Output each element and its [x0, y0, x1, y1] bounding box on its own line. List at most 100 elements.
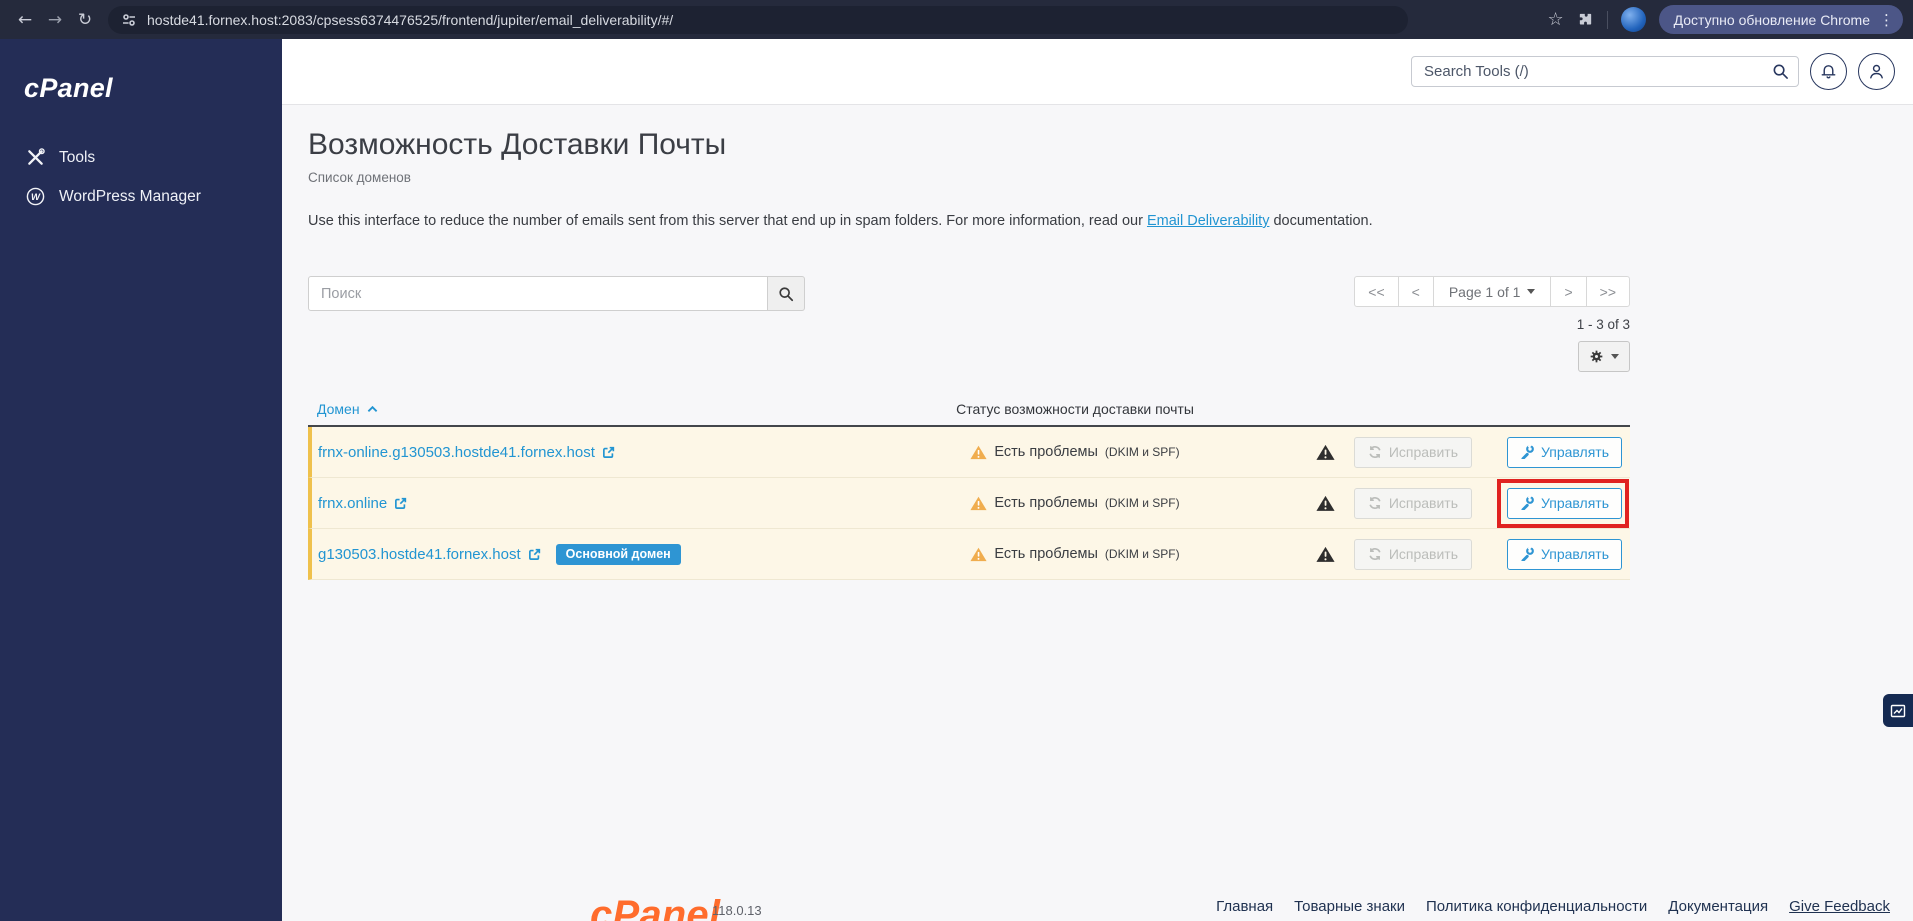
fix-button[interactable]: Исправить	[1353, 436, 1472, 468]
domain-name: frnx.online	[318, 494, 388, 512]
domain-link[interactable]: frnx.online	[318, 495, 407, 512]
bookmark-star-icon[interactable]: ☆	[1547, 9, 1563, 30]
fix-button-label: Исправить	[1388, 495, 1458, 511]
fix-button[interactable]: Исправить	[1353, 538, 1472, 570]
external-link-icon[interactable]	[528, 548, 541, 561]
description-text: Use this interface to reduce the number …	[308, 213, 1147, 229]
pagination-next-button[interactable]: >	[1550, 276, 1587, 307]
alert-icon	[1315, 546, 1335, 562]
chart-icon	[1890, 704, 1906, 717]
manage-button-highlighted[interactable]: Управлять	[1507, 487, 1622, 519]
search-icon	[1772, 63, 1789, 85]
domains-table: Домен Статус возможности доставки почты …	[308, 393, 1630, 580]
forward-icon[interactable]: →	[40, 10, 70, 30]
status-detail: (DKIM и SPF)	[1104, 445, 1180, 459]
footer: cPanel 118.0.13 Главная Товарные знаки П…	[590, 875, 1890, 921]
pagination-prev-button[interactable]: <	[1397, 276, 1434, 307]
browser-toolbar: ← → ↻ hostde41.fornex.host:2083/cpsess63…	[0, 0, 1913, 39]
fix-button-label: Исправить	[1388, 546, 1458, 562]
footer-link-home[interactable]: Главная	[1216, 898, 1273, 915]
main-domain-badge: Основной домен	[555, 543, 681, 565]
page-title: Возможность Доставки Почты	[308, 128, 727, 161]
cpanel-footer-logo: cPanel	[590, 893, 721, 921]
status-cell: Есть проблемы (DKIM и SPF)	[870, 444, 1280, 460]
main-content: Возможность Доставки Почты Список домено…	[282, 105, 1913, 921]
chevron-down-icon	[1527, 289, 1536, 294]
chrome-update-button[interactable]: Доступно обновление Chrome ⋮	[1658, 5, 1903, 34]
chrome-update-label: Доступно обновление Chrome	[1673, 11, 1870, 28]
alert-icon	[1315, 495, 1335, 511]
sidebar-item-wordpress-manager[interactable]: W WordPress Manager	[0, 177, 282, 216]
warning-icon	[970, 445, 987, 459]
tools-search-input[interactable]	[1411, 56, 1799, 87]
cpanel-logo[interactable]: cPanel	[24, 73, 282, 104]
browser-menu-icon[interactable]: ⋮	[1879, 11, 1894, 29]
toolbar-separator	[1606, 10, 1608, 29]
page-subtitle: Список доменов	[308, 170, 411, 185]
back-icon[interactable]: ←	[10, 10, 40, 30]
repair-refresh-icon	[1369, 497, 1381, 509]
result-range: 1 - 3 of 3	[1576, 317, 1630, 332]
table-header: Домен Статус возможности доставки почты	[308, 393, 1630, 427]
wrench-icon	[1521, 445, 1534, 459]
extensions-icon[interactable]	[1577, 11, 1594, 28]
sidebar-item-tools[interactable]: Tools	[0, 138, 282, 177]
external-link-icon[interactable]	[602, 446, 615, 459]
footer-link-give-feedback[interactable]: Give Feedback	[1789, 898, 1890, 915]
tools-icon	[28, 148, 45, 165]
domain-search-button[interactable]	[768, 276, 805, 311]
manage-button-label: Управлять	[1541, 444, 1609, 460]
pagination-last-button[interactable]: >>	[1585, 276, 1630, 307]
account-button[interactable]	[1858, 53, 1895, 90]
list-toolbar: << < Page 1 of 1 > >>	[308, 276, 1630, 311]
version-label: 118.0.13	[712, 903, 762, 918]
footer-link-privacy[interactable]: Политика конфиденциальности	[1426, 898, 1647, 915]
url-text: hostde41.fornex.host:2083/cpsess63744765…	[147, 11, 674, 28]
wordpress-icon: W	[26, 187, 45, 206]
status-cell: Есть проблемы (DKIM и SPF)	[870, 495, 1280, 511]
profile-avatar[interactable]	[1620, 7, 1646, 32]
pagination-first-button[interactable]: <<	[1354, 276, 1399, 307]
status-text: Есть проблемы	[994, 444, 1098, 460]
email-deliverability-link[interactable]: Email Deliverability	[1147, 213, 1269, 229]
search-icon	[779, 286, 794, 301]
status-detail: (DKIM и SPF)	[1104, 547, 1180, 561]
manage-button-label: Управлять	[1541, 495, 1609, 511]
address-bar[interactable]: hostde41.fornex.host:2083/cpsess63744765…	[108, 5, 1408, 34]
table-settings-button[interactable]	[1578, 341, 1630, 372]
fix-button[interactable]: Исправить	[1353, 487, 1472, 519]
external-link-icon[interactable]	[394, 497, 407, 510]
page-description: Use this interface to reduce the number …	[308, 213, 1630, 229]
sidebar-nav: Tools W WordPress Manager	[0, 138, 282, 216]
domain-name: frnx-online.g130503.hostde41.fornex.host	[318, 443, 595, 461]
domain-link[interactable]: frnx-online.g130503.hostde41.fornex.host	[318, 444, 615, 461]
reload-icon[interactable]: ↻	[70, 10, 100, 30]
svg-text:W: W	[31, 192, 41, 203]
wrench-icon	[1521, 496, 1534, 510]
domain-name: g130503.hostde41.fornex.host	[318, 545, 521, 563]
footer-link-documentation[interactable]: Документация	[1668, 898, 1768, 915]
domain-link[interactable]: g130503.hostde41.fornex.host	[318, 546, 541, 563]
status-text: Есть проблемы	[994, 495, 1098, 511]
pagination-page-dropdown[interactable]: Page 1 of 1	[1432, 276, 1552, 307]
site-settings-icon[interactable]	[121, 12, 137, 28]
column-header-status: Статус возможности доставки почты	[956, 401, 1194, 417]
footer-links: Главная Товарные знаки Политика конфиден…	[1216, 898, 1890, 915]
column-header-domain[interactable]: Домен	[308, 401, 870, 417]
notifications-button[interactable]	[1810, 53, 1847, 90]
fix-button-label: Исправить	[1388, 444, 1458, 460]
domain-search-input[interactable]	[308, 276, 768, 311]
analytics-slideout-tab[interactable]	[1883, 694, 1913, 727]
table-row: frnx-online.g130503.hostde41.fornex.host…	[308, 427, 1630, 478]
pagination-page-label: Page 1 of 1	[1448, 283, 1521, 300]
manage-button[interactable]: Управлять	[1507, 538, 1622, 570]
warning-icon	[970, 496, 987, 510]
manage-button[interactable]: Управлять	[1507, 436, 1622, 468]
app-header	[282, 39, 1913, 105]
footer-link-trademarks[interactable]: Товарные знаки	[1294, 898, 1405, 915]
gear-icon	[1590, 350, 1603, 363]
sidebar-item-label: Tools	[59, 148, 96, 166]
status-cell: Есть проблемы (DKIM и SPF)	[870, 546, 1280, 562]
sidebar: cPanel Tools W WordPress Manager	[0, 39, 282, 921]
status-text: Есть проблемы	[994, 546, 1098, 562]
